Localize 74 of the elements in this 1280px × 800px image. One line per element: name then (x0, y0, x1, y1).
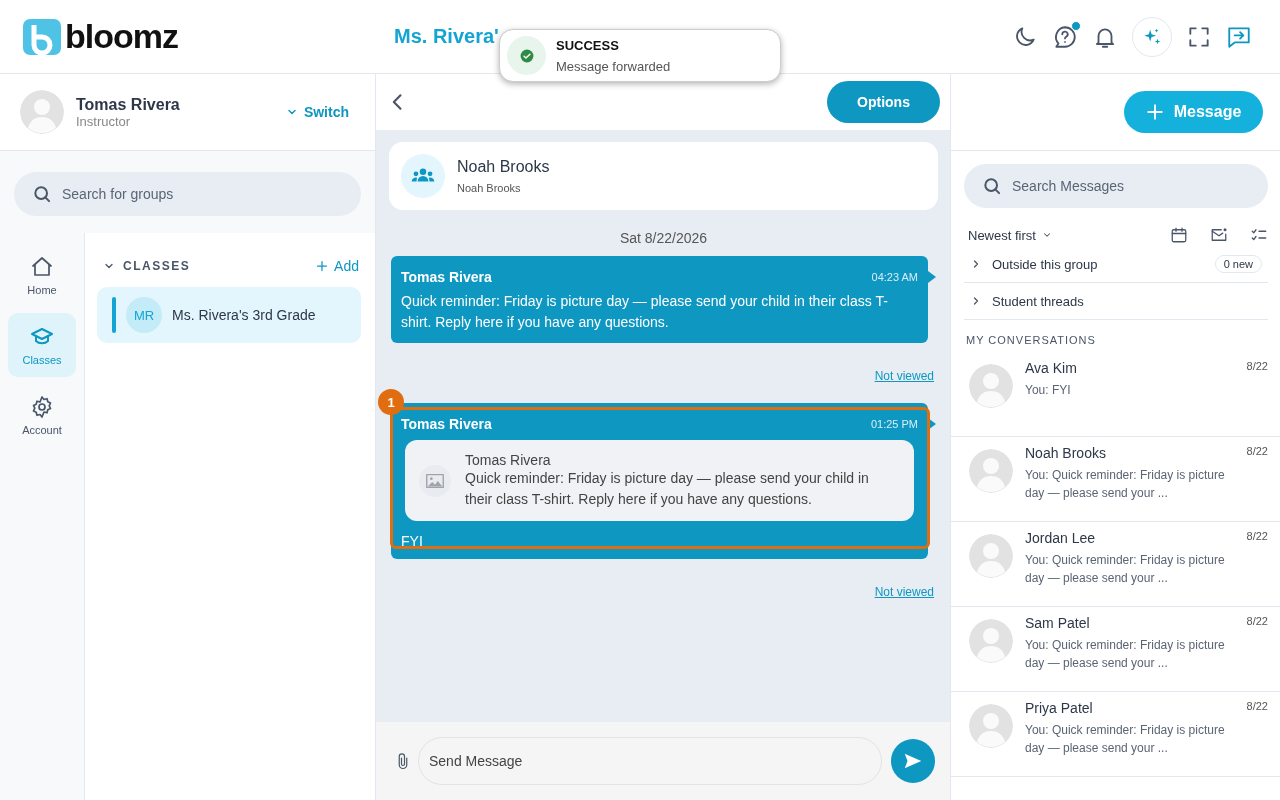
contact-name: Sam Patel (1025, 615, 1090, 631)
message-field[interactable]: Send Message (418, 737, 882, 785)
sender-name: Tomas Rivera (401, 269, 492, 285)
conversation-date: 8/22 (1246, 700, 1268, 714)
settings-icon (30, 394, 54, 419)
check-circle-icon (519, 48, 534, 63)
avatar (20, 90, 64, 134)
folder-row[interactable]: Outside this group 0 new (964, 246, 1268, 283)
contact-name: Jordan Lee (1025, 530, 1096, 546)
search-input[interactable]: Search for groups (60, 185, 343, 203)
message-time: 01:25 PM (870, 418, 918, 430)
plus-icon (316, 260, 329, 272)
contact-name: Noah Brooks (1025, 445, 1106, 461)
step-marker: 1 (378, 389, 404, 415)
conversation-item[interactable]: Jordan Lee 8/22 You: Quick reminder: Friday is picture day — please send your ... (951, 522, 1280, 607)
user-role: Instructor (76, 113, 132, 129)
calendar-icon[interactable] (1170, 226, 1188, 244)
toast-message: Message forwarded (556, 58, 671, 74)
conversation-date: 8/22 (1246, 530, 1268, 544)
home-icon (30, 254, 54, 279)
recipient-name: Noah Brooks (457, 158, 550, 176)
sender-name: Tomas Rivera (401, 416, 492, 432)
conversation-item[interactable]: Sam Patel 8/22 You: Quick reminder: Friday is picture day — please send your ... (951, 607, 1280, 692)
message-preview: You: Quick reminder: Friday is picture day — please send your ... (1025, 467, 1226, 502)
quoted-sender: Tomas Rivera (465, 452, 552, 468)
conversation-item[interactable]: Ava Kim 8/22 You: FYI (951, 352, 1280, 437)
search-input[interactable]: Search Messages (1010, 177, 1250, 195)
folder-label: Student threads (992, 293, 1084, 309)
conversation-date: 8/22 (1246, 615, 1268, 629)
logo-icon (23, 18, 61, 55)
sort-dropdown[interactable]: Newest first (968, 227, 1052, 243)
avatar (969, 364, 1013, 408)
search-bar[interactable]: Search Messages (964, 164, 1268, 208)
user-name: Tomas Rivera (76, 95, 180, 114)
conversation-item[interactable]: Priya Patel 8/22 You: Quick reminder: Friday is picture day — please send your ... (951, 692, 1280, 777)
section-heading: MY CONVERSATIONS (965, 333, 1097, 348)
plus-icon (1145, 103, 1164, 121)
section-heading: CLASSES (123, 259, 191, 273)
conversation-date: 8/22 (1246, 360, 1268, 374)
avatar (969, 534, 1013, 578)
nav-item[interactable]: Account (8, 383, 76, 447)
message-preview: You: Quick reminder: Friday is picture day — please send your ... (1025, 552, 1226, 587)
class-item[interactable]: MR Ms. Rivera's 3rd Grade (97, 287, 361, 343)
page-title: Ms. Rivera' (394, 25, 499, 48)
send-button[interactable] (891, 739, 935, 783)
avatar (969, 449, 1013, 493)
class-name: Ms. Rivera's 3rd Grade (172, 307, 316, 323)
folder-label: Outside this group (992, 256, 1098, 272)
logo-text: bloomz (65, 17, 178, 56)
quoted-text: Quick reminder: Friday is picture day — please send your child in their class T-shirt. Reply here if you have any questions. (465, 469, 870, 509)
search-icon (982, 176, 1002, 196)
nav-item[interactable]: Home (8, 243, 76, 307)
message-preview: You: Quick reminder: Friday is picture day — please send your ... (1025, 637, 1226, 672)
search-bar[interactable]: Search for groups (14, 172, 361, 216)
conversation-item[interactable]: Noah Brooks 8/22 You: Quick reminder: Friday is picture day — please send your ... (951, 437, 1280, 522)
message-time: 04:23 AM (871, 271, 918, 283)
message-text: Quick reminder: Friday is picture day — please send your child in their class T-shirt. Reply here if you have any questions. (401, 292, 889, 332)
avatar (969, 619, 1013, 663)
mail-icon[interactable] (1210, 226, 1228, 244)
recipient-subtitle: Noah Brooks (457, 182, 522, 194)
message-preview: You: FYI (1025, 382, 1072, 399)
folder-row[interactable]: Student threads (964, 283, 1268, 320)
search-icon (32, 184, 52, 204)
toast-title: SUCCESS (556, 37, 620, 53)
conversation-date: 8/22 (1246, 445, 1268, 459)
contact-name: Priya Patel (1025, 700, 1093, 716)
avatar (969, 704, 1013, 748)
class-initials: MR (126, 297, 162, 333)
contact-name: Ava Kim (1025, 360, 1077, 376)
chevron-down-icon (1041, 230, 1052, 240)
help-icon[interactable] (1052, 23, 1078, 50)
message-preview: You: Quick reminder: Friday is picture day — please send your ... (1025, 722, 1226, 757)
date-divider: Sat 8/22/2026 (618, 230, 709, 246)
message-text: FYI (401, 533, 424, 549)
